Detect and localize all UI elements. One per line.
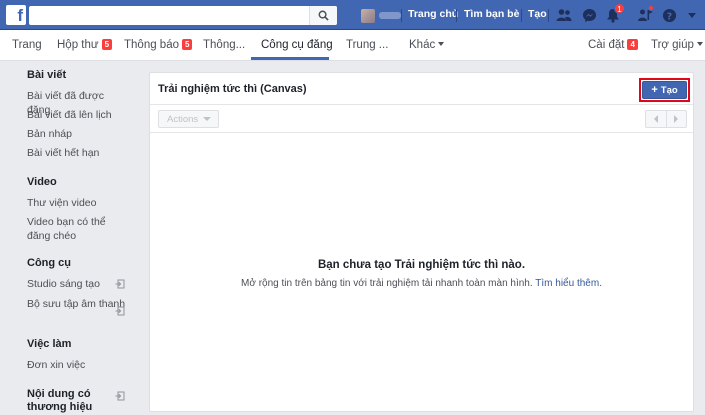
tab-notifications[interactable]: Thông báo 5: [124, 39, 193, 51]
tab-label: Khác: [409, 39, 436, 51]
sidebar-item-drafts[interactable]: Bản nháp: [27, 127, 127, 141]
actions-label: Actions: [167, 113, 199, 125]
tab-label: Thông báo: [124, 39, 179, 51]
messenger-icon: [582, 8, 596, 22]
page-nav-bar: Trang Hộp thư 5 Thông báo 5 Thông... Công …: [0, 30, 705, 61]
friend-requests-button[interactable]: [555, 6, 573, 24]
tab-publishing-tools[interactable]: Công cụ đăng: [261, 39, 333, 51]
learn-more-period: .: [599, 278, 602, 289]
tab-inbox[interactable]: Hộp thư 5: [57, 39, 113, 51]
profile-name-blurred: [379, 12, 401, 19]
sidebar-item-crosspost-videos[interactable]: Video bạn có thể đăng chéo: [27, 215, 127, 243]
create-button-highlight: + Tạo: [639, 78, 690, 102]
empty-state-description: Mở rộng tin trên bảng tin với trải nghiệ…: [150, 278, 693, 289]
sidebar-item-scheduled-posts[interactable]: Bài viết đã lên lịch: [27, 108, 127, 122]
sidebar-section-video: Video: [27, 176, 57, 188]
search-button[interactable]: [309, 6, 337, 25]
profile-link[interactable]: [361, 7, 401, 24]
page-title: Trải nghiệm tức thì (Canvas): [158, 83, 307, 95]
facebook-logo-icon[interactable]: f: [6, 5, 26, 25]
canvas-panel: Trải nghiệm tức thì (Canvas) + Tạo Actio…: [149, 72, 694, 412]
left-sidebar: Bài viết Bài viết đã được đăng Bài viết …: [0, 61, 145, 415]
sidebar-item-sound-collection[interactable]: Bộ sưu tập âm thanh: [27, 297, 127, 311]
tab-label: Thông...: [203, 39, 246, 51]
tab-label: Công cụ đăng: [261, 39, 333, 51]
learn-more-link[interactable]: Tìm hiểu thêm: [535, 278, 599, 289]
panel-toolbar: Actions: [150, 105, 693, 133]
settings-label: Cài đặt: [588, 39, 625, 51]
external-link-icon[interactable]: [115, 279, 125, 289]
account-menu-button[interactable]: [683, 6, 701, 24]
previous-page-button[interactable]: [646, 111, 666, 127]
chevron-down-icon: [203, 117, 212, 121]
divider: [521, 9, 522, 22]
panel-header: Trải nghiệm tức thì (Canvas) + Tạo: [150, 73, 693, 105]
sidebar-section-posts: Bài viết: [27, 69, 67, 81]
pages-notification-dot: [648, 5, 654, 11]
external-link-icon[interactable]: [115, 306, 125, 316]
pager: [645, 110, 687, 128]
create-button-label: Tạo: [660, 84, 678, 96]
sidebar-section-branded-content: Nội dung có thương hiệu: [27, 388, 93, 413]
arrow-left-icon: [653, 115, 658, 123]
find-friends-link[interactable]: Tìm bạn bè: [464, 8, 519, 20]
notifications-tab-badge: 5: [182, 39, 193, 50]
sidebar-item-creator-studio[interactable]: Studio sáng tạo: [27, 277, 127, 291]
tab-insights[interactable]: Thông...: [203, 39, 245, 51]
chevron-down-icon: [438, 42, 445, 46]
inbox-badge: 5: [101, 39, 113, 50]
search-input[interactable]: [29, 6, 337, 25]
tab-more[interactable]: Khác: [409, 39, 445, 51]
sidebar-section-tools: Công cụ: [27, 257, 71, 269]
sidebar-item-job-applications[interactable]: Đơn xin việc: [27, 358, 127, 372]
help-label: Trợ giúp: [651, 39, 694, 51]
tab-label: Trang: [12, 39, 42, 51]
arrow-right-icon: [674, 115, 679, 123]
search-icon: [318, 10, 329, 21]
create-button[interactable]: + Tạo: [642, 81, 687, 99]
svg-text:?: ?: [666, 11, 671, 22]
create-link[interactable]: Tạo: [528, 8, 547, 20]
help-button[interactable]: ?: [660, 6, 678, 24]
notifications-badge: 1: [614, 3, 625, 14]
sidebar-item-video-library[interactable]: Thư viện video: [27, 196, 127, 210]
settings-link[interactable]: Cài đặt 4: [588, 39, 638, 51]
divider: [401, 9, 402, 22]
tab-label: Trung ...: [346, 39, 389, 51]
avatar: [361, 8, 375, 23]
help-icon: ?: [662, 8, 676, 22]
settings-badge: 4: [627, 39, 638, 50]
tab-label: Hộp thư: [57, 39, 99, 51]
empty-state-title: Bạn chưa tạo Trải nghiệm tức thì nào.: [317, 259, 526, 271]
divider: [456, 9, 457, 22]
plus-icon: +: [651, 83, 658, 96]
active-tab-indicator: [251, 57, 329, 60]
tab-center[interactable]: Trung ...: [346, 39, 388, 51]
top-bar: f Trang chủ Tìm bạn bè Tạo 1 ?: [0, 0, 705, 30]
tab-page[interactable]: Trang: [12, 39, 42, 51]
sidebar-section-jobs: Việc làm: [27, 338, 72, 350]
empty-state-text: Mở rộng tin trên bảng tin với trải nghiệ…: [241, 278, 533, 289]
divider: [548, 9, 549, 22]
external-link-icon[interactable]: [115, 391, 125, 401]
chevron-down-icon: [696, 42, 703, 46]
actions-dropdown[interactable]: Actions: [158, 110, 219, 128]
help-menu[interactable]: Trợ giúp: [651, 39, 703, 51]
messenger-button[interactable]: [580, 6, 598, 24]
next-page-button[interactable]: [665, 111, 687, 127]
home-link[interactable]: Trang chủ: [408, 8, 458, 20]
friends-icon: [556, 9, 572, 21]
caret-down-icon: [688, 12, 696, 18]
sidebar-item-expired-posts[interactable]: Bài viết hết hạn: [27, 146, 127, 160]
